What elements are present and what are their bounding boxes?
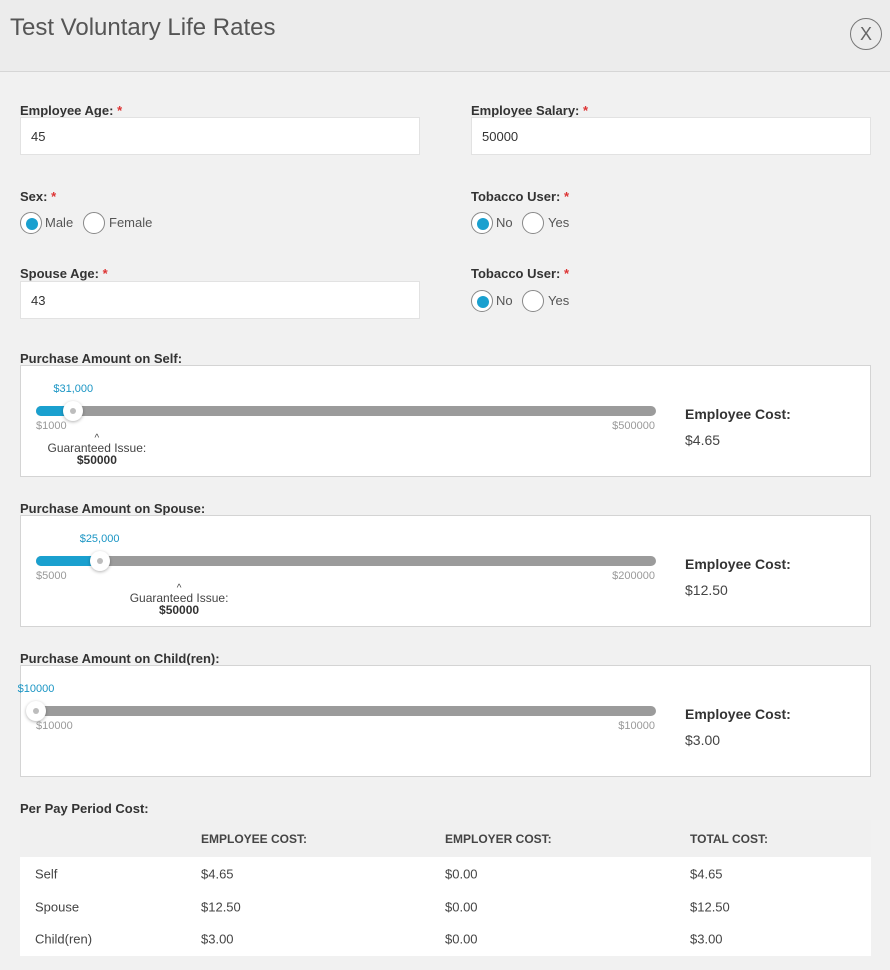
total-cost-cell: $3.00 bbox=[690, 931, 723, 947]
employee-cost-cell: $12.50 bbox=[201, 899, 241, 915]
table-row: Child(ren) $3.00 $0.00 $3.00 bbox=[20, 923, 871, 956]
employer-cost-cell: $0.00 bbox=[445, 866, 478, 882]
spouse-age-input[interactable] bbox=[20, 281, 420, 319]
self-slider-handle[interactable] bbox=[63, 401, 84, 421]
required-marker: * bbox=[583, 103, 589, 118]
required-marker: * bbox=[102, 266, 108, 281]
modal-header: Test Voluntary Life Rates X bbox=[0, 0, 890, 72]
self-slider-value: $31,000 bbox=[53, 383, 94, 395]
total-cost-cell: $12.50 bbox=[690, 899, 730, 915]
child-cost-label: Employee Cost: bbox=[685, 706, 791, 722]
self-purchase-panel: $31,000 $1000 $500000 ^ Guaranteed Issue… bbox=[20, 365, 871, 477]
employer-cost-cell: $0.00 bbox=[445, 899, 478, 915]
employee-cost-cell: $3.00 bbox=[201, 931, 234, 947]
child-slider-min: $10000 bbox=[36, 720, 73, 732]
employer-cost-cell: $0.00 bbox=[445, 931, 478, 947]
spouse-slider-max: $200000 bbox=[612, 570, 655, 582]
spouse-tobacco-yes-radio[interactable] bbox=[522, 290, 544, 312]
spouse-purchase-label: Purchase Amount on Spouse: bbox=[20, 501, 206, 516]
tobacco-no-label[interactable]: No bbox=[496, 215, 513, 230]
guaranteed-issue-value: $50000 bbox=[76, 453, 117, 467]
self-purchase-label: Purchase Amount on Self: bbox=[20, 351, 183, 366]
self-guaranteed-issue: ^ Guaranteed Issue: $50000 bbox=[37, 434, 157, 467]
page-title: Test Voluntary Life Rates bbox=[10, 14, 276, 41]
per-pay-period-label: Per Pay Period Cost: bbox=[20, 801, 149, 816]
self-slider-max: $500000 bbox=[612, 420, 655, 432]
spouse-tobacco-no-label[interactable]: No bbox=[496, 293, 513, 308]
tobacco-no-radio[interactable] bbox=[471, 212, 493, 234]
employee-age-input[interactable] bbox=[20, 117, 420, 155]
child-slider-track[interactable] bbox=[26, 701, 656, 721]
column-header: EMPLOYEE COST: bbox=[201, 831, 308, 846]
required-marker: * bbox=[563, 189, 570, 204]
required-marker: * bbox=[563, 266, 570, 281]
self-slider-min: $1000 bbox=[36, 420, 67, 432]
sex-female-radio[interactable] bbox=[83, 212, 105, 234]
table-row: Self $4.65 $0.00 $4.65 bbox=[20, 858, 871, 891]
table-row: Spouse $12.50 $0.00 $12.50 bbox=[20, 891, 871, 924]
spouse-tobacco-yes-label[interactable]: Yes bbox=[548, 293, 569, 308]
child-purchase-label: Purchase Amount on Child(ren): bbox=[20, 651, 220, 666]
guaranteed-issue-value: $50000 bbox=[159, 603, 200, 617]
spouse-purchase-panel: $25,000 $5000 $200000 ^ Guaranteed Issue… bbox=[20, 515, 871, 627]
sex-female-label[interactable]: Female bbox=[109, 215, 152, 230]
spouse-guaranteed-issue: ^ Guaranteed Issue: $50000 bbox=[119, 584, 239, 617]
child-cost-value: $3.00 bbox=[685, 732, 721, 748]
sex-male-label[interactable]: Male bbox=[45, 215, 73, 230]
required-marker: * bbox=[51, 189, 57, 204]
child-slider-value: $10000 bbox=[17, 683, 55, 695]
employee-cost-cell: $4.65 bbox=[201, 866, 234, 882]
tobacco-yes-label[interactable]: Yes bbox=[548, 215, 569, 230]
employee-salary-label: Employee Salary: * bbox=[471, 103, 589, 118]
column-header: EMPLOYER COST: bbox=[445, 831, 552, 846]
spouse-slider-value: $25,000 bbox=[79, 533, 120, 545]
self-cost-label: Employee Cost: bbox=[685, 406, 791, 422]
spouse-slider-handle[interactable] bbox=[89, 551, 110, 571]
child-slider-max: $10000 bbox=[618, 720, 655, 732]
column-header: TOTAL COST: bbox=[690, 831, 768, 846]
total-cost-cell: $4.65 bbox=[690, 866, 723, 882]
child-purchase-panel: $10000 $10000 $10000 Employee Cost: $3.0… bbox=[17, 665, 871, 777]
close-button[interactable]: X bbox=[850, 18, 882, 50]
spouse-cost-value: $12.50 bbox=[685, 582, 728, 598]
row-label: Self bbox=[35, 866, 58, 882]
sex-label: Sex: * bbox=[20, 189, 57, 204]
spouse-slider-track[interactable] bbox=[36, 551, 656, 571]
required-marker: * bbox=[117, 103, 123, 118]
sex-male-radio[interactable] bbox=[20, 212, 42, 234]
spouse-cost-label: Employee Cost: bbox=[685, 556, 791, 572]
self-slider-track[interactable] bbox=[36, 401, 656, 421]
row-label: Child(ren) bbox=[35, 931, 93, 947]
spouse-tobacco-user-label: Tobacco User: * bbox=[471, 266, 570, 281]
employee-salary-input[interactable] bbox=[471, 117, 871, 155]
child-slider-handle[interactable] bbox=[26, 701, 46, 721]
tobacco-user-label: Tobacco User: * bbox=[471, 189, 570, 204]
spouse-slider-min: $5000 bbox=[36, 570, 67, 582]
self-cost-value: $4.65 bbox=[685, 432, 721, 448]
cost-table: EMPLOYEE COST: EMPLOYER COST: TOTAL COST… bbox=[20, 820, 871, 956]
spouse-age-label: Spouse Age: * bbox=[20, 266, 108, 281]
table-header: EMPLOYEE COST: EMPLOYER COST: TOTAL COST… bbox=[20, 820, 871, 857]
employee-age-label: Employee Age: * bbox=[20, 103, 123, 118]
spouse-tobacco-no-radio[interactable] bbox=[471, 290, 493, 312]
row-label: Spouse bbox=[35, 899, 80, 915]
tobacco-yes-radio[interactable] bbox=[522, 212, 544, 234]
